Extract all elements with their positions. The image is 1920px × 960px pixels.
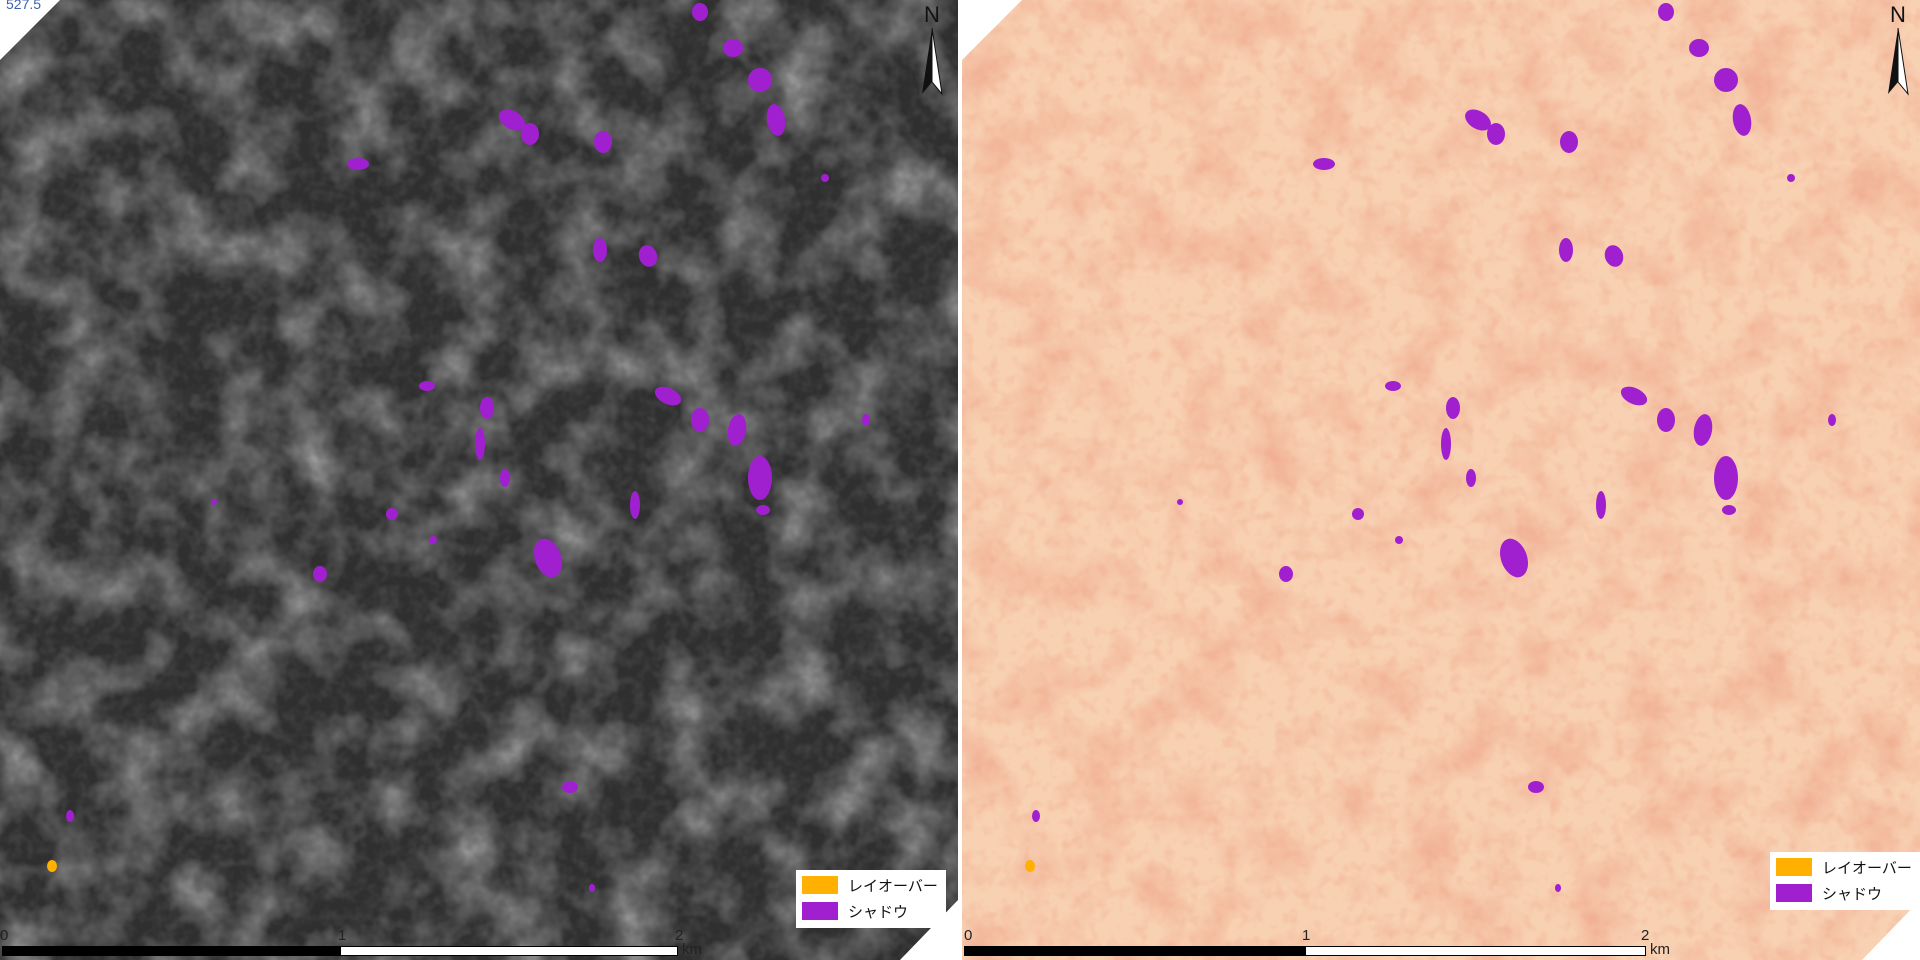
shadow-area-19 (500, 469, 510, 487)
shadow-area-0 (692, 3, 708, 21)
left-map-panel[interactable]: 527.5 N レイオーバー シャドウ 0 1 2 km (0, 0, 958, 960)
shadow-area-1 (723, 39, 743, 57)
legend-item-layover-right: レイオーバー (1776, 856, 1912, 878)
scalebar-fill-segment (3, 947, 341, 955)
shadow-area-11 (419, 381, 435, 391)
scale-tick-2-right: 2 (1641, 927, 1650, 944)
shadow-area-2 (748, 68, 772, 92)
shadow-area-right-27 (1528, 781, 1544, 793)
right-legend: レイオーバー シャドウ (1770, 852, 1920, 910)
scalebar-track-right (964, 946, 1646, 956)
legend-label-shadow-right: シャドウ (1822, 885, 1883, 903)
shadow-area-21 (630, 491, 640, 519)
left-north-arrow: N (912, 2, 952, 98)
shadow-area-right-0 (1658, 3, 1674, 21)
shadow-area-22 (386, 508, 398, 520)
shadow-area-right-6 (1560, 131, 1578, 153)
scale-unit: km (682, 941, 702, 958)
shadow-area-23 (429, 536, 437, 544)
shadow-area-right-26 (1177, 499, 1183, 505)
left-scalebar: 0 1 2 km (0, 920, 702, 960)
shadow-area-right-12 (1446, 397, 1460, 419)
legend-label-layover: レイオーバー (848, 877, 938, 895)
shadow-swatch-right (1776, 884, 1812, 902)
shadow-area-18 (475, 428, 485, 460)
left-terrain-image (0, 0, 958, 960)
shadow-area-right-14 (1657, 408, 1675, 432)
shadow-area-16 (748, 456, 772, 500)
shadow-area-right-22 (1352, 508, 1364, 520)
scale-tick-1-right: 1 (1302, 927, 1311, 944)
legend-item-shadow-right: シャドウ (1776, 882, 1882, 904)
scale-tick-0-right: 0 (964, 927, 973, 944)
shadow-area-right-16 (1714, 456, 1738, 500)
shadow-area-right-20 (1828, 414, 1836, 426)
layover-area-0 (47, 860, 57, 872)
shadow-area-9 (593, 238, 607, 262)
shadow-area-7 (347, 158, 369, 170)
layover-swatch-right (1776, 858, 1812, 876)
shadow-area-right-23 (1395, 536, 1403, 544)
shadow-area-right-19 (1466, 469, 1476, 487)
scale-unit-right: km (1650, 941, 1670, 958)
shadow-area-right-25 (1279, 566, 1293, 582)
scalebar-track (2, 946, 678, 956)
shadow-area-17 (756, 505, 770, 515)
legend-label-layover-right: レイオーバー (1822, 859, 1912, 877)
shadow-area-right-9 (1559, 238, 1573, 262)
north-arrow-icon (1888, 27, 1909, 96)
right-map-panel[interactable]: N レイオーバー シャドウ 0 1 2 km (962, 0, 1920, 960)
scalebar-fill-segment-right (965, 947, 1306, 955)
shadow-area-27 (562, 781, 578, 793)
sheet-label: 527.5 (6, 0, 42, 12)
right-terrain-image (962, 0, 1920, 960)
scale-tick-0: 0 (0, 927, 9, 944)
shadow-area-right-29 (1555, 884, 1561, 892)
layover-area-right-0 (1025, 860, 1035, 872)
shadow-area-right-17 (1722, 505, 1736, 515)
shadow-area-28 (66, 810, 74, 822)
shadow-area-5 (521, 123, 539, 145)
scale-tick-1: 1 (338, 927, 347, 944)
shadow-swatch (802, 902, 838, 920)
shadow-area-14 (691, 408, 709, 432)
shadow-area-right-8 (1787, 174, 1795, 182)
shadow-area-29 (589, 884, 595, 892)
shadow-area-12 (480, 397, 494, 419)
shadow-area-20 (862, 414, 870, 426)
left-legend: レイオーバー シャドウ (796, 870, 946, 928)
right-layover-areas (1025, 860, 1035, 872)
shadow-area-8 (821, 174, 829, 182)
shadow-area-right-21 (1596, 491, 1606, 519)
shadow-area-right-2 (1714, 68, 1738, 92)
shadow-area-26 (211, 499, 217, 505)
layover-swatch (802, 876, 838, 894)
shadow-area-6 (594, 131, 612, 153)
legend-label-shadow: シャドウ (848, 903, 909, 921)
shadow-area-right-1 (1689, 39, 1709, 57)
shadow-area-right-28 (1032, 810, 1040, 822)
shadow-area-right-5 (1487, 123, 1505, 145)
right-scalebar: 0 1 2 km (964, 920, 1684, 960)
left-layover-areas (47, 860, 57, 872)
north-arrow-icon (922, 27, 943, 96)
shadow-area-25 (313, 566, 327, 582)
shadow-area-right-18 (1441, 428, 1451, 460)
legend-item-shadow: シャドウ (802, 900, 908, 922)
right-north-arrow: N (1878, 2, 1918, 98)
shadow-area-right-7 (1313, 158, 1335, 170)
legend-item-layover: レイオーバー (802, 874, 938, 896)
shadow-area-right-11 (1385, 381, 1401, 391)
